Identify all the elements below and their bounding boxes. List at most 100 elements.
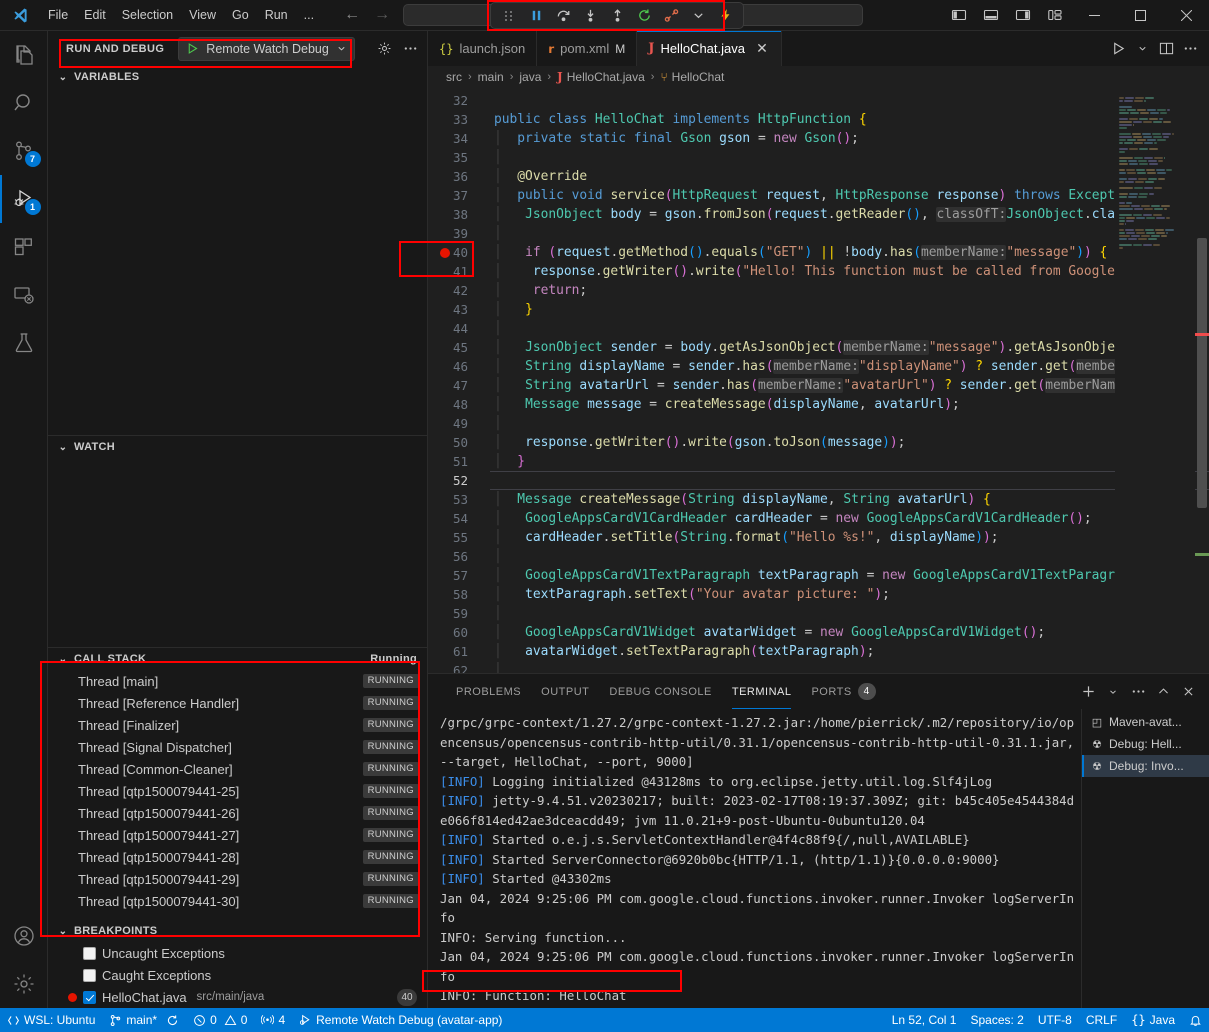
sidebar-item-explorer[interactable] (0, 31, 48, 79)
code-line[interactable]: │ (490, 547, 1209, 566)
sidebar-item-run-and-debug[interactable]: 1 (0, 175, 48, 223)
code-line[interactable]: │ GoogleAppsCardV1TextParagraph textPara… (490, 566, 1209, 585)
terminal-list-item[interactable]: ◰Maven-avat... (1082, 711, 1209, 733)
sidebar-item-extensions[interactable] (0, 223, 48, 271)
line-number[interactable]: 58 (428, 585, 490, 604)
status-language-mode[interactable]: {} Java (1124, 1008, 1182, 1032)
menu-more[interactable]: ... (296, 5, 322, 25)
line-number[interactable]: 44 (428, 319, 490, 338)
maximize-button[interactable] (1117, 0, 1163, 31)
code-line[interactable]: │ if (request.getMethod().equals("GET") … (490, 243, 1209, 262)
line-number[interactable]: 45 (428, 338, 490, 357)
line-number[interactable]: 56 (428, 547, 490, 566)
line-number[interactable]: 52 (428, 471, 490, 490)
menu-file[interactable]: File (40, 5, 76, 25)
breadcrumb-main[interactable]: main (478, 70, 504, 84)
code-line[interactable]: │ (490, 414, 1209, 433)
menu-selection[interactable]: Selection (114, 5, 181, 25)
editor-more-actions-button[interactable] (1179, 38, 1201, 60)
code-line[interactable]: │ } (490, 300, 1209, 319)
line-number[interactable]: 59 (428, 604, 490, 623)
code-line[interactable]: │ response.getWriter().write("Hello! Thi… (490, 262, 1209, 281)
breakpoint-checkbox[interactable] (83, 991, 96, 1004)
tab-pom-xml[interactable]: 𝗿 pom.xml M (537, 31, 637, 66)
editor-scrollbar[interactable] (1195, 88, 1209, 673)
code-line[interactable]: │ cardHeader.setTitle(String.format("Hel… (490, 528, 1209, 547)
tab-launch-json[interactable]: {} launch.json (428, 31, 537, 66)
scrollbar-thumb[interactable] (1197, 238, 1207, 508)
line-number[interactable]: 54 (428, 509, 490, 528)
line-number[interactable]: 60 (428, 623, 490, 642)
minimap[interactable] (1115, 88, 1195, 673)
status-debug-session[interactable]: Remote Watch Debug (avatar-app) (292, 1008, 509, 1032)
code-line[interactable]: │ (490, 661, 1209, 673)
status-cursor-position[interactable]: Ln 52, Col 1 (885, 1008, 964, 1032)
code-line[interactable]: │ private static final Gson gson = new G… (490, 129, 1209, 148)
line-number[interactable]: 51 (428, 452, 490, 471)
breakpoint-checkbox[interactable] (83, 947, 96, 960)
terminal-list-item[interactable]: ☢Debug: Invo... (1082, 755, 1209, 777)
line-number[interactable]: 62 (428, 661, 490, 673)
code-line[interactable]: │ GoogleAppsCardV1CardHeader cardHeader … (490, 509, 1209, 528)
tab-terminal[interactable]: TERMINAL (722, 674, 802, 709)
line-number[interactable]: 33 (428, 110, 490, 129)
code-line[interactable]: │ return; (490, 281, 1209, 300)
close-panel-button[interactable] (1177, 681, 1199, 703)
launch-configuration-dropdown[interactable]: Remote Watch Debug (178, 37, 355, 61)
code-line[interactable] (490, 91, 1209, 110)
code-line[interactable]: │ (490, 604, 1209, 623)
status-remote-indicator[interactable]: WSL: Ubuntu (0, 1008, 102, 1032)
status-problems[interactable]: 0 0 (186, 1008, 254, 1032)
breadcrumb-java[interactable]: java (519, 70, 541, 84)
call-stack-thread-row[interactable]: Thread [qtp1500079441-27]RUNNING (48, 824, 427, 846)
status-eol[interactable]: CRLF (1079, 1008, 1124, 1032)
line-number[interactable]: 49 (428, 414, 490, 433)
menu-go[interactable]: Go (224, 5, 257, 25)
code-line[interactable]: │ avatarWidget.setTextParagraph(textPara… (490, 642, 1209, 661)
breadcrumb-src[interactable]: src (446, 70, 462, 84)
code-content[interactable]: public class HelloChat implements HttpFu… (490, 88, 1209, 673)
section-header-variables[interactable]: ⌄ VARIABLES (48, 66, 427, 88)
menu-run[interactable]: Run (257, 5, 296, 25)
go-forward-icon[interactable]: → (374, 7, 390, 23)
call-stack-thread-row[interactable]: Thread [Signal Dispatcher]RUNNING (48, 736, 427, 758)
line-number[interactable]: 34 (428, 129, 490, 148)
code-line[interactable]: │ Message createMessage(String displayNa… (490, 490, 1209, 509)
line-number[interactable]: 36 (428, 167, 490, 186)
restart-button[interactable] (632, 5, 656, 26)
maximize-panel-button[interactable] (1152, 681, 1174, 703)
status-indentation[interactable]: Spaces: 2 (963, 1008, 1030, 1032)
line-number-gutter[interactable]: 3233343536373839404142434445464748495051… (428, 88, 490, 673)
go-back-icon[interactable]: ← (344, 7, 360, 23)
sidebar-item-source-control[interactable]: 7 (0, 127, 48, 175)
code-line[interactable]: │ String displayName = sender.has(member… (490, 357, 1209, 376)
breadcrumb-file[interactable]: HelloChat.java (567, 70, 645, 84)
section-header-breakpoints[interactable]: ⌄ BREAKPOINTS (48, 920, 427, 942)
call-stack-thread-row[interactable]: Thread [qtp1500079441-29]RUNNING (48, 868, 427, 890)
status-ports[interactable]: 4 (254, 1008, 292, 1032)
code-line[interactable]: │ (490, 148, 1209, 167)
line-number[interactable]: 40 (428, 243, 490, 262)
debug-toolbar-drag-handle[interactable] (497, 5, 521, 26)
call-stack-thread-row[interactable]: Thread [qtp1500079441-25]RUNNING (48, 780, 427, 802)
pause-button[interactable] (524, 5, 548, 26)
code-line[interactable]: │ Message message = createMessage(displa… (490, 395, 1209, 414)
tab-problems[interactable]: PROBLEMS (446, 674, 531, 709)
toggle-primary-sidebar-button[interactable] (943, 0, 975, 31)
code-line[interactable]: │ (490, 319, 1209, 338)
customize-layout-button[interactable] (1039, 0, 1071, 31)
line-number[interactable]: 39 (428, 224, 490, 243)
tab-output[interactable]: OUTPUT (531, 674, 599, 709)
call-stack-thread-row[interactable]: Thread [Reference Handler]RUNNING (48, 692, 427, 714)
code-editor[interactable]: 3233343536373839404142434445464748495051… (428, 88, 1209, 673)
code-line[interactable] (490, 471, 1209, 490)
status-branch[interactable]: main* (102, 1008, 186, 1032)
step-out-button[interactable] (605, 5, 629, 26)
code-line[interactable]: public class HelloChat implements HttpFu… (490, 110, 1209, 129)
line-number[interactable]: 48 (428, 395, 490, 414)
breakpoint-row[interactable]: HelloChat.javasrc/main/java40 (48, 986, 427, 1008)
code-line[interactable]: │ GoogleAppsCardV1Widget avatarWidget = … (490, 623, 1209, 642)
toggle-secondary-sidebar-button[interactable] (1007, 0, 1039, 31)
hot-reload-button[interactable] (713, 5, 737, 26)
line-number[interactable]: 43 (428, 300, 490, 319)
